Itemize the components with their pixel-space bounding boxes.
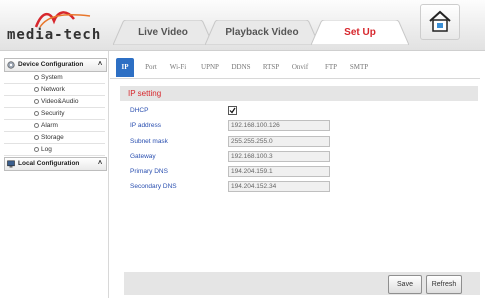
top-header: media-tech Live Video Playback Video Set… [0,0,485,51]
tab-live-video[interactable]: Live Video [113,20,213,45]
sidebar-item-storage[interactable]: Storage [4,132,105,144]
sidebar-item-system[interactable]: System [4,72,105,84]
secondary-dns-field[interactable]: 194.204.152.34 [228,181,330,192]
dhcp-row: DHCP [120,105,420,116]
gateway-row: Gateway 192.168.100.3 [120,151,420,162]
secondary-dns-label: Secondary DNS [130,183,177,190]
logo: media-tech [6,7,106,47]
primary-dns-row: Primary DNS 194.204.159.1 [120,166,420,177]
device-config-icon [7,61,15,69]
tab-playback-video[interactable]: Playback Video [205,20,319,45]
gateway-label: Gateway [130,153,156,160]
bullet-icon [34,147,39,152]
bullet-icon [34,75,39,80]
subtab-onvif[interactable]: Onvif [287,58,313,77]
local-configuration-header[interactable]: Local Configuration ˄ [4,157,107,171]
subtab-upnp[interactable]: UPNP [197,58,223,77]
sidebar-item-label: Alarm [41,122,58,129]
ip-address-field[interactable]: 192.168.100.126 [228,120,330,131]
device-configuration-header[interactable]: Device Configuration ˄ [4,58,107,72]
dhcp-label: DHCP [130,107,149,114]
subnet-mask-field[interactable]: 255.255.255.0 [228,136,330,147]
chevron-up-icon: ˄ [98,160,103,167]
subtab-bar: IP Port Wi-Fi UPNP DDNS RTSP Onvif FTP S… [110,58,480,79]
subtab-ip[interactable]: IP [116,58,134,77]
subtab-ftp[interactable]: FTP [320,58,342,77]
sidebar-item-label: Video&Audio [41,98,79,105]
sidebar: Device Configuration ˄ System Network Vi… [0,51,109,298]
dhcp-checkbox[interactable] [228,106,237,115]
tab-setup-label: Set Up [344,27,376,38]
bullet-icon [34,135,39,140]
subnet-mask-label: Subnet mask [130,138,168,145]
tab-setup[interactable]: Set Up [311,20,409,45]
subtab-wifi[interactable]: Wi-Fi [166,58,190,77]
sidebar-item-label: Storage [41,134,64,141]
logo-text: media-tech [7,27,102,43]
action-bar: Save Refresh [124,272,480,295]
primary-dns-label: Primary DNS [130,168,168,175]
home-icon [429,10,451,32]
chevron-up-icon: ˄ [98,61,103,68]
subnet-mask-row: Subnet mask 255.255.255.0 [120,136,420,147]
subtab-ddns[interactable]: DDNS [228,58,254,77]
local-configuration-label: Local Configuration [18,160,80,167]
subtab-port[interactable]: Port [140,58,162,77]
tab-playback-video-label: Playback Video [225,27,299,38]
subtab-smtp[interactable]: SMTP [347,58,371,77]
secondary-dns-row: Secondary DNS 194.204.152.34 [120,181,420,192]
home-button[interactable] [420,4,460,40]
sidebar-item-video-audio[interactable]: Video&Audio [4,96,105,108]
ip-address-row: IP address 192.168.100.126 [120,120,420,131]
subtab-rtsp[interactable]: RTSP [258,58,284,77]
monitor-icon [7,160,15,168]
primary-dns-field[interactable]: 194.204.159.1 [228,166,330,177]
save-button[interactable]: Save [388,275,422,294]
sidebar-item-label: System [41,74,63,81]
bullet-icon [34,87,39,92]
bullet-icon [34,111,39,116]
sidebar-item-label: Network [41,86,65,93]
tab-live-video-label: Live Video [138,27,188,38]
sidebar-item-network[interactable]: Network [4,84,105,96]
sidebar-item-label: Security [41,110,65,117]
logo-swoosh-icon [34,11,91,28]
device-configuration-label: Device Configuration [18,61,84,68]
ip-setting-title: IP setting [120,86,478,101]
bullet-icon [34,123,39,128]
sidebar-item-log[interactable]: Log [4,144,105,156]
refresh-button[interactable]: Refresh [426,275,462,294]
bullet-icon [34,99,39,104]
ip-address-label: IP address [130,122,161,129]
main-content: IP Port Wi-Fi UPNP DDNS RTSP Onvif FTP S… [110,52,482,298]
gateway-field[interactable]: 192.168.100.3 [228,151,330,162]
sidebar-item-alarm[interactable]: Alarm [4,120,105,132]
checkmark-icon [229,107,236,114]
sidebar-item-security[interactable]: Security [4,108,105,120]
sidebar-item-label: Log [41,146,52,153]
